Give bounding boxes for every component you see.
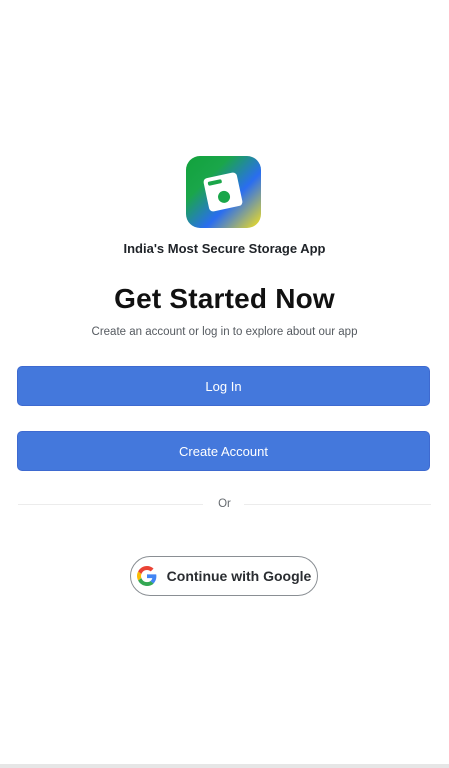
app-logo (186, 156, 261, 228)
login-button[interactable]: Log In (17, 366, 430, 406)
page-subtitle: Create an account or log in to explore a… (91, 326, 358, 338)
divider-right (244, 504, 431, 505)
google-button-label: Continue with Google (166, 568, 312, 584)
continue-with-google-button[interactable]: Continue with Google (130, 556, 318, 596)
app-tagline: India's Most Secure Storage App (123, 241, 326, 256)
google-g-icon (136, 566, 157, 586)
get-started-screen: India's Most Secure Storage App Get Star… (0, 0, 449, 768)
floppy-disk-icon (203, 172, 243, 212)
create-account-button[interactable]: Create Account (17, 431, 430, 471)
bottom-bar (0, 764, 449, 768)
page-title: Get Started Now (114, 283, 335, 314)
